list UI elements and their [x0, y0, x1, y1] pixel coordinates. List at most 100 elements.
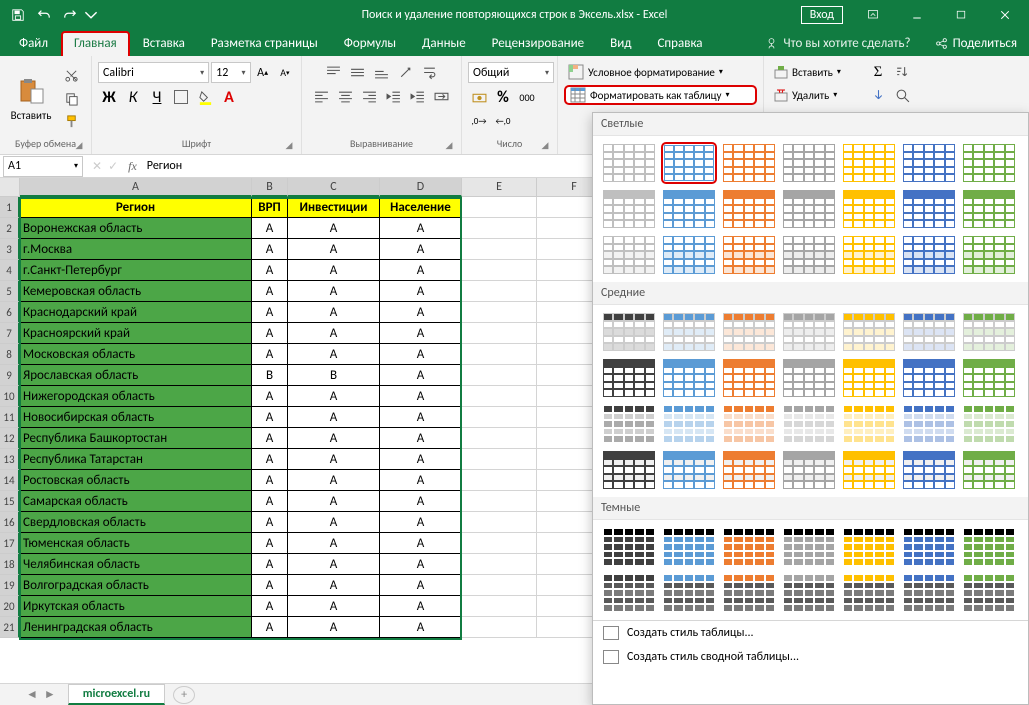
percent-button[interactable]: % — [492, 87, 514, 107]
col-header[interactable]: E — [462, 178, 537, 197]
table-style-option[interactable] — [661, 403, 717, 445]
table-style-option[interactable] — [901, 572, 957, 614]
cell[interactable]: Население — [380, 197, 462, 218]
cell[interactable]: Нижегородская область — [20, 386, 252, 407]
insert-function-button[interactable]: fx — [124, 159, 141, 174]
undo-button[interactable] — [32, 3, 56, 27]
table-style-option[interactable] — [721, 449, 777, 491]
enter-formula-icon[interactable]: ✓ — [108, 159, 118, 174]
cell[interactable]: A — [380, 512, 462, 533]
comma-button[interactable]: 000 — [516, 87, 538, 107]
table-style-option[interactable] — [841, 311, 897, 353]
cell[interactable] — [462, 197, 537, 218]
table-style-option[interactable] — [601, 357, 657, 399]
table-style-option[interactable] — [781, 357, 837, 399]
tab-вставка[interactable]: Вставка — [130, 31, 198, 56]
table-style-option[interactable] — [901, 526, 957, 568]
align-top-button[interactable] — [323, 62, 345, 82]
minimize-button[interactable] — [897, 3, 937, 27]
cell[interactable]: A — [252, 596, 288, 617]
tab-файл[interactable]: Файл — [6, 31, 61, 56]
tell-me-input[interactable]: Что вы хотите сделать? — [753, 31, 922, 56]
italic-button[interactable]: К — [122, 87, 144, 107]
table-style-option[interactable] — [841, 142, 897, 184]
cell[interactable]: A — [252, 239, 288, 260]
currency-button[interactable] — [468, 87, 490, 107]
cell[interactable]: A — [252, 386, 288, 407]
cell[interactable]: A — [288, 512, 380, 533]
dialog-launcher-icon[interactable]: ◢ — [443, 140, 455, 152]
cell[interactable]: A — [252, 470, 288, 491]
cell[interactable]: A — [252, 218, 288, 239]
cell[interactable] — [462, 596, 537, 617]
cell[interactable]: A — [288, 449, 380, 470]
row-header[interactable]: 4 — [0, 260, 20, 281]
table-style-option[interactable] — [601, 188, 657, 230]
cell[interactable]: Краснодарский край — [20, 302, 252, 323]
tab-вид[interactable]: Вид — [597, 31, 644, 56]
cell[interactable] — [462, 365, 537, 386]
table-style-option[interactable] — [721, 188, 777, 230]
cell[interactable]: A — [252, 575, 288, 596]
table-style-option[interactable] — [601, 449, 657, 491]
table-style-option[interactable] — [721, 526, 777, 568]
table-style-option[interactable] — [841, 403, 897, 445]
cell[interactable] — [462, 428, 537, 449]
cell[interactable]: Ростовская область — [20, 470, 252, 491]
cell[interactable]: Иркутская область — [20, 596, 252, 617]
cell[interactable] — [462, 533, 537, 554]
copy-button[interactable] — [60, 88, 82, 108]
increase-decimal-button[interactable]: ,0→ — [468, 111, 490, 131]
row-header[interactable]: 5 — [0, 281, 20, 302]
table-style-option[interactable] — [661, 526, 717, 568]
table-style-option[interactable] — [721, 403, 777, 445]
table-style-option[interactable] — [901, 449, 957, 491]
cell[interactable] — [462, 512, 537, 533]
cell[interactable]: Регион — [20, 197, 252, 218]
fill-color-button[interactable] — [194, 87, 216, 107]
ribbon-options-button[interactable] — [853, 3, 893, 27]
table-style-option[interactable] — [781, 572, 837, 614]
cell[interactable]: Новосибирская область — [20, 407, 252, 428]
align-center-button[interactable] — [335, 86, 357, 106]
row-header[interactable]: 9 — [0, 365, 20, 386]
cell[interactable] — [462, 344, 537, 365]
cell[interactable]: Челябинская область — [20, 554, 252, 575]
cell[interactable]: Волгоградская область — [20, 575, 252, 596]
table-style-option[interactable] — [661, 234, 717, 276]
table-style-option[interactable] — [661, 449, 717, 491]
orientation-button[interactable] — [395, 62, 417, 82]
cell[interactable]: A — [380, 533, 462, 554]
cell[interactable] — [462, 239, 537, 260]
new-table-style-button[interactable]: Создать стиль таблицы... — [593, 621, 1028, 645]
cell[interactable]: Тюменская область — [20, 533, 252, 554]
format-painter-button[interactable] — [60, 111, 82, 131]
wrap-text-button[interactable] — [419, 62, 441, 82]
conditional-formatting-button[interactable]: Условное форматирование▾ — [564, 62, 757, 82]
dialog-launcher-icon[interactable]: ◢ — [283, 140, 295, 152]
table-style-option[interactable] — [961, 449, 1017, 491]
table-style-option[interactable] — [721, 142, 777, 184]
border-button[interactable] — [170, 87, 192, 107]
table-style-option[interactable] — [661, 357, 717, 399]
cell[interactable]: Инвестиции — [288, 197, 380, 218]
decrease-decimal-button[interactable]: ←,0 — [492, 111, 514, 131]
cell[interactable]: г.Москва — [20, 239, 252, 260]
cell[interactable]: A — [380, 281, 462, 302]
cell[interactable]: A — [380, 428, 462, 449]
cell[interactable]: A — [252, 344, 288, 365]
cell[interactable]: Московская область — [20, 344, 252, 365]
row-header[interactable]: 8 — [0, 344, 20, 365]
table-style-option[interactable] — [661, 142, 717, 184]
cell[interactable] — [462, 407, 537, 428]
cell[interactable]: A — [380, 491, 462, 512]
cell[interactable]: A — [288, 470, 380, 491]
cell[interactable]: A — [380, 260, 462, 281]
row-header[interactable]: 11 — [0, 407, 20, 428]
cell[interactable]: A — [288, 386, 380, 407]
cell[interactable] — [462, 386, 537, 407]
cell[interactable]: A — [288, 302, 380, 323]
cell[interactable]: A — [252, 449, 288, 470]
cell[interactable]: A — [252, 302, 288, 323]
fill-button[interactable] — [867, 85, 889, 105]
